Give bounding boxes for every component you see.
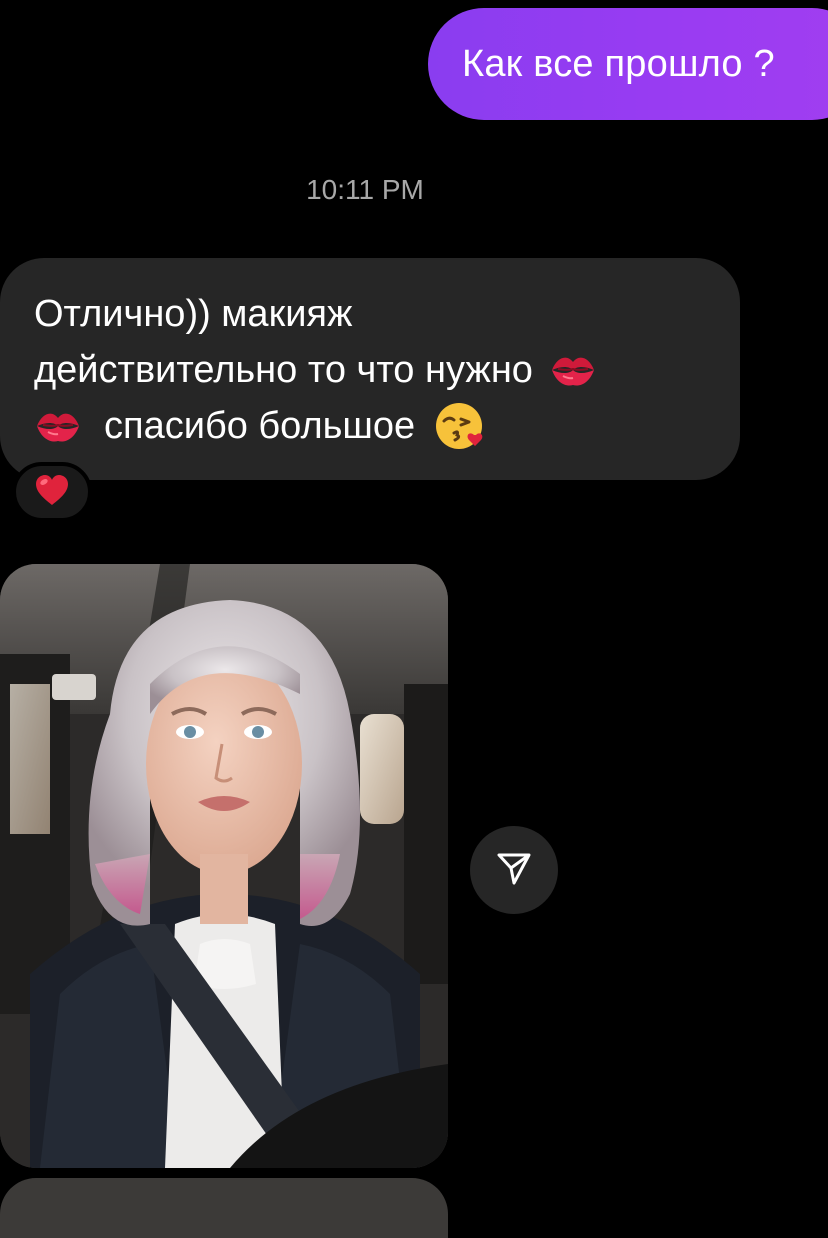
message-reaction[interactable] [12, 462, 92, 522]
message-timestamp: 10:11 PM [306, 174, 424, 205]
incoming-text-2: действительно то что нужно [34, 349, 533, 391]
incoming-message-line-1: Отлично)) макияж [34, 286, 720, 342]
outgoing-message-bubble[interactable]: Как все прошло ? [428, 8, 828, 120]
incoming-text-1: Отлично)) макияж [34, 293, 353, 335]
face-blowing-kiss-icon [433, 399, 487, 453]
incoming-message-line-3: спасибо большое [34, 398, 720, 454]
shared-photo[interactable] [0, 564, 448, 1168]
incoming-text-3: спасибо большое [104, 405, 416, 447]
incoming-message-line-2: действительно то что нужно [34, 342, 720, 398]
outgoing-message-text: Как все прошло ? [462, 42, 775, 85]
next-shared-media[interactable] [0, 1178, 448, 1238]
photo-image [0, 564, 448, 1168]
red-heart-icon [34, 474, 70, 511]
incoming-message-bubble[interactable]: Отлично)) макияж действительно то что ну… [0, 258, 740, 480]
share-button[interactable] [470, 826, 558, 914]
kiss-mark-icon [549, 350, 597, 390]
kiss-mark-icon [34, 406, 82, 446]
send-icon [494, 848, 534, 893]
